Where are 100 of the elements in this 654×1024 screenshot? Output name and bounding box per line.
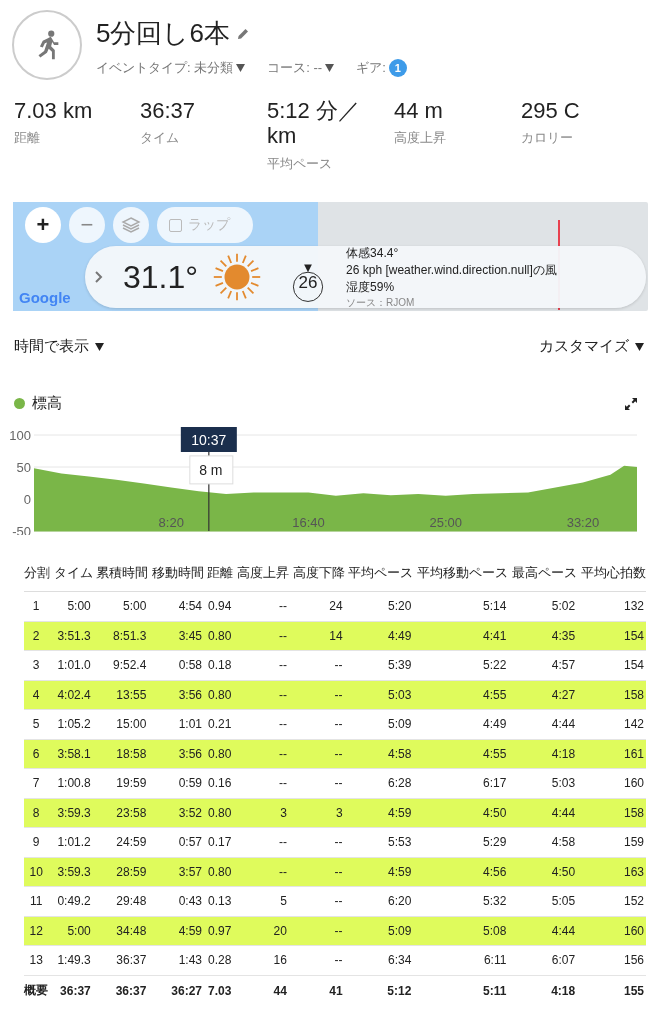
table-cell: 11 [24,886,51,916]
table-cell: -- [288,857,345,887]
x-tick-label: 16:40 [292,515,325,530]
table-cell: 159 [577,827,646,857]
table-cell: 4:44 [508,798,578,828]
table-cell: 158 [577,680,646,710]
humidity: 湿度59% [346,278,396,296]
table-cell: 3 [288,798,345,828]
table-cell: 6:11 [413,945,509,975]
table-cell: 6:28 [344,768,414,798]
tooltip-value: 8 m [199,461,223,478]
table-cell: 3:51.3 [50,621,93,651]
table-cell: 1:49.3 [50,945,93,975]
table-cell: 160 [577,916,646,946]
table-cell: 154 [577,650,646,680]
table-cell: 5:00 [50,916,93,946]
laps-checkbox: ラップ [157,207,253,243]
table-cell: 5:03 [508,768,578,798]
table-cell: 4:55 [413,739,509,769]
table-cell: 4:41 [413,621,509,651]
table-cell: 4:58 [508,827,578,857]
table-cell: 0.18 [204,650,234,680]
table-cell: 1 [24,591,51,621]
table-cell: 3:45 [148,621,204,651]
table-cell: 29:48 [92,886,149,916]
summary-cell: 5:12 [344,975,414,1006]
table-cell: 0.16 [204,768,234,798]
table-cell: 6 [24,739,51,769]
table-cell: 160 [577,768,646,798]
table-cell: 1:01.0 [50,650,93,680]
table-cell: 4:27 [508,680,578,710]
table-cell: 6:34 [344,945,414,975]
summary-cell: 7.03 [204,975,234,1006]
table-cell: 4:35 [508,621,578,651]
table-cell: 0.80 [204,739,234,769]
table-cell: 132 [577,591,646,621]
table-cell: 4:50 [508,857,578,887]
column-header: 平均心拍数 [577,565,646,592]
table-cell: 0.28 [204,945,234,975]
table-cell: 4:44 [508,709,578,739]
table-cell: 4:59 [344,798,414,828]
table-cell: 5:53 [344,827,414,857]
table-cell: 5:32 [413,886,509,916]
table-cell: 6:07 [508,945,578,975]
table-cell: -- [233,650,289,680]
table-cell: -- [233,621,289,651]
y-tick-label: 50 [16,460,31,475]
table-cell: 9:52.4 [92,650,149,680]
table-cell: 3:52 [148,798,204,828]
table-cell: 1:01.2 [50,827,93,857]
table-cell: -- [233,680,289,710]
wind-info: 26 kph [weather.wind.direction.null]の風 [346,261,557,279]
table-cell: 5:14 [413,591,509,621]
column-header: 高度上昇 [233,565,289,592]
x-tick-label: 33:20 [566,515,600,530]
table-cell: 4:59 [148,916,204,946]
table-cell: 5:29 [413,827,509,857]
table-cell: 0.80 [204,680,234,710]
stat-value: 36:37 [140,98,197,124]
table-cell: 5:09 [344,709,414,739]
table-cell: 8 [24,798,51,828]
summary-cell: 41 [288,975,345,1006]
table-cell: 0.21 [204,709,234,739]
summary-cell: 155 [577,975,646,1006]
table-cell: 5:02 [508,591,578,621]
summary-cell: 4:18 [508,975,578,1006]
table-cell: 0:59 [148,768,204,798]
column-header: 最高ペース [508,565,578,592]
table-cell: 4 [24,680,51,710]
table-cell: 158 [577,798,646,828]
table-cell: 5 [233,886,289,916]
table-cell: -- [288,650,345,680]
table-cell: 4:44 [508,916,578,946]
table-cell: 16 [233,945,289,975]
table-cell: 9 [24,827,51,857]
table-cell: 3 [24,650,51,680]
table-cell: 24:59 [92,827,149,857]
table-cell: 15:00 [92,709,149,739]
table-cell: -- [233,709,289,739]
column-header: 距離 [204,565,234,592]
table-cell: 2 [24,621,51,651]
table-cell: -- [233,768,289,798]
x-tick-label: 25:00 [429,515,462,530]
table-cell: 4:56 [413,857,509,887]
gear-label: ギア: [356,59,386,77]
table-cell: 1:00.8 [50,768,93,798]
table-cell: 4:02.4 [50,680,93,710]
table-cell: 5:03 [344,680,414,710]
table-cell: 156 [577,945,646,975]
table-cell: -- [233,739,289,769]
summary-cell: 36:37 [92,975,149,1006]
table-cell: 0:57 [148,827,204,857]
stat-label: 高度上昇 [394,129,447,148]
table-cell: 5 [24,709,51,739]
table-cell: 28:59 [92,857,149,887]
table-cell: 4:55 [413,680,509,710]
column-header: 高度下降 [288,565,345,592]
table-cell: 1:05.2 [50,709,93,739]
column-header: 分割 [24,565,51,592]
stat-value: 44 m [394,98,444,124]
